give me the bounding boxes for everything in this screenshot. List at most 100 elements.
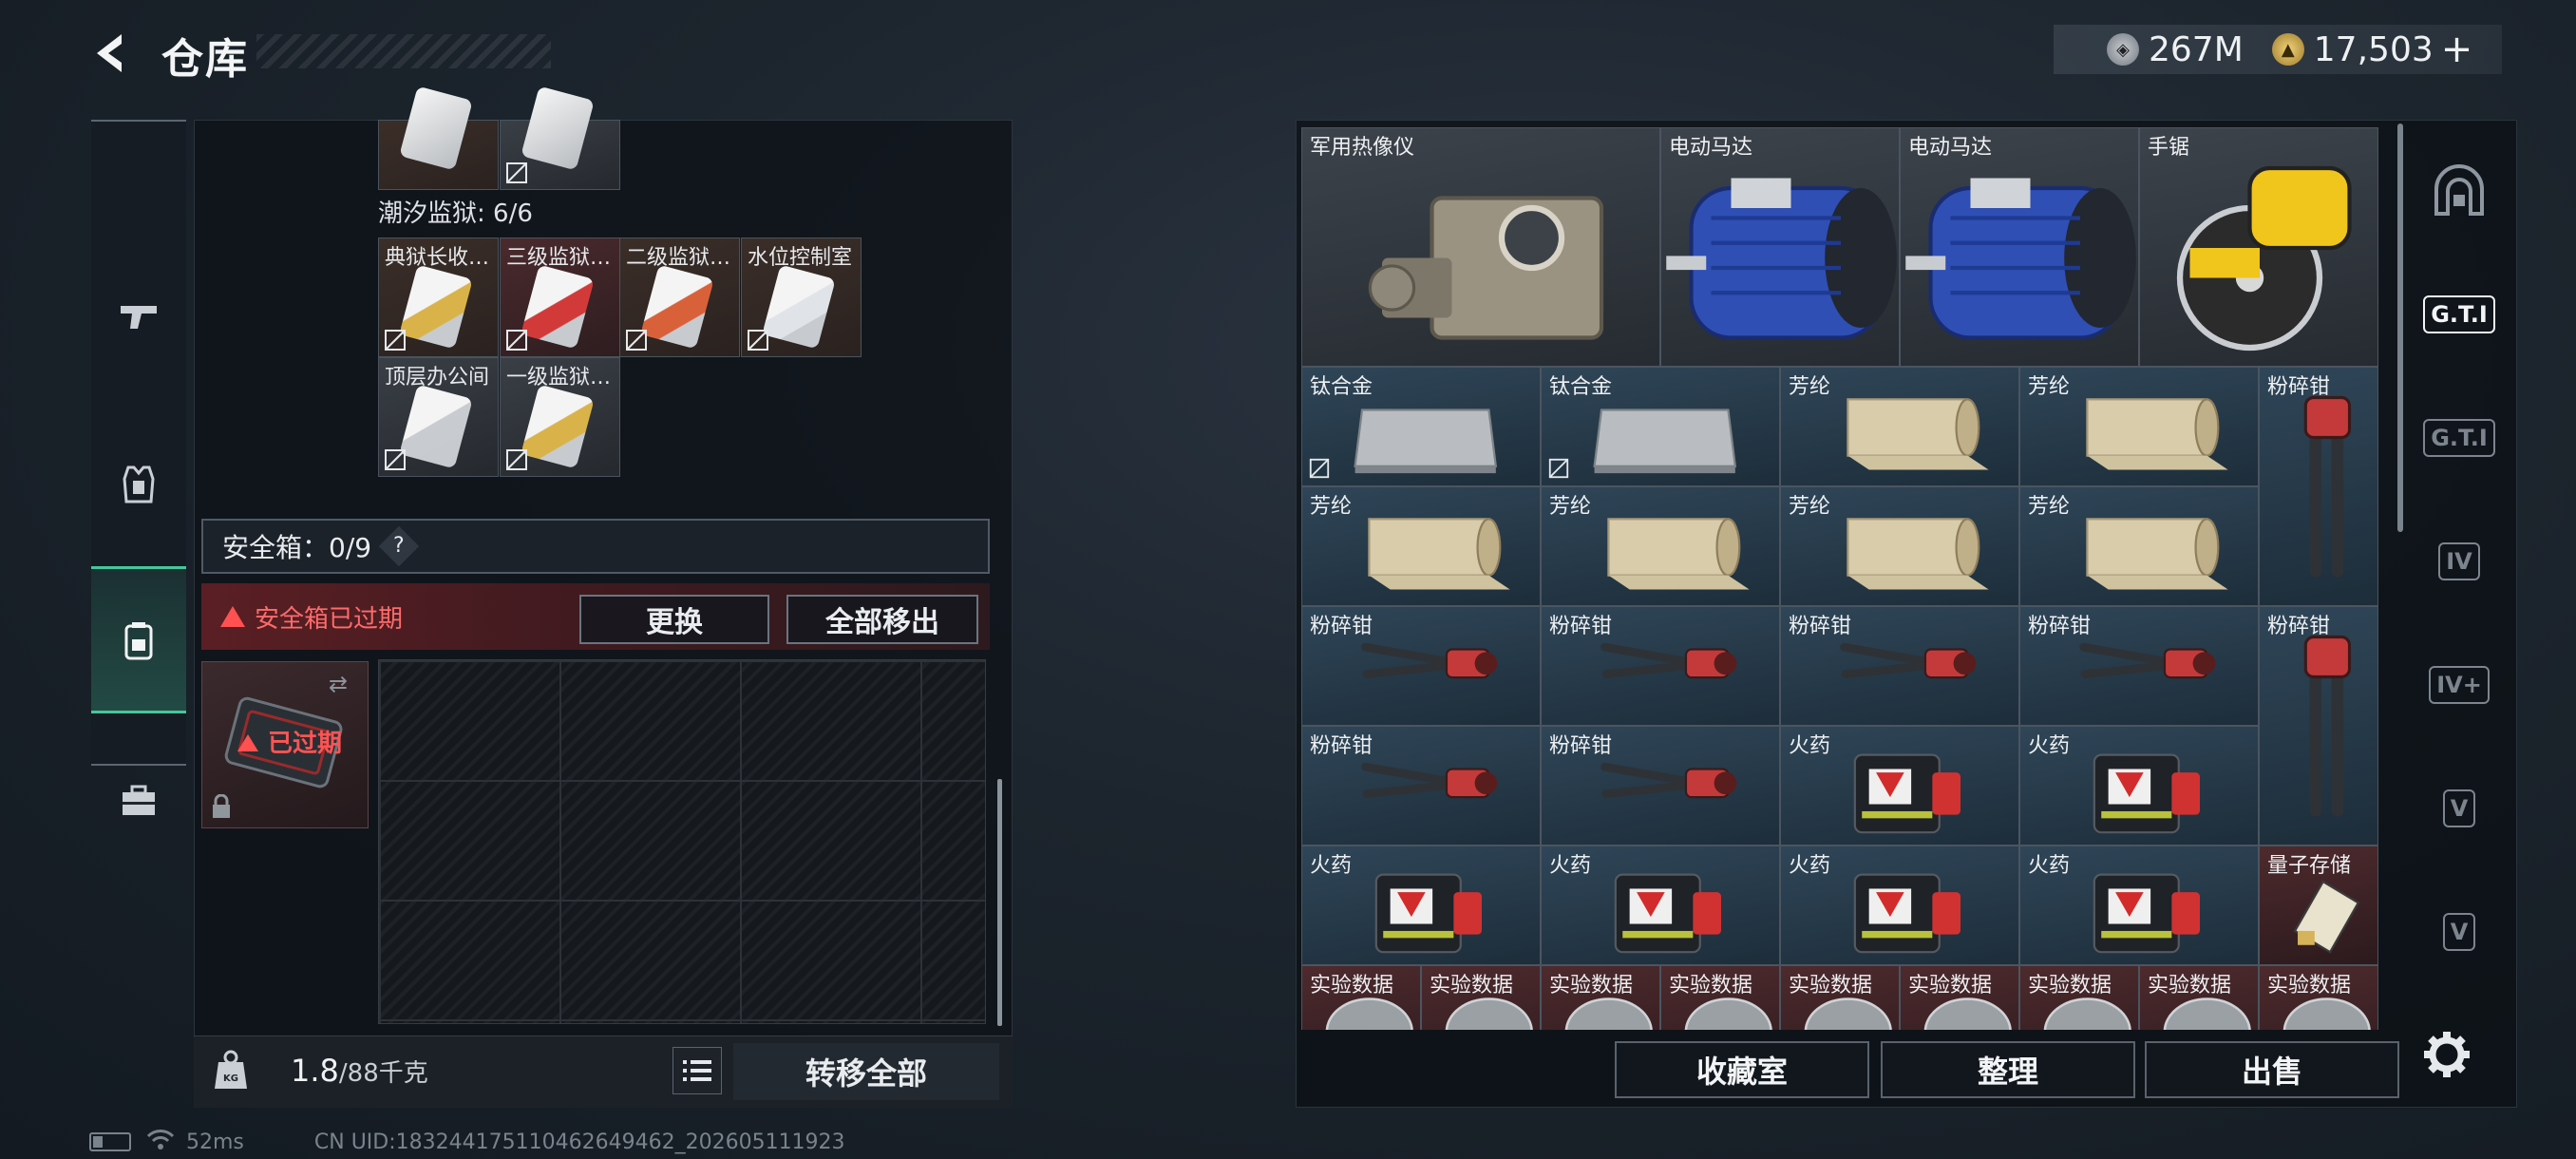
no-drop-icon bbox=[1548, 458, 1569, 479]
no-drop-icon bbox=[385, 449, 406, 470]
inventory-item[interactable]: 实验数据 bbox=[1660, 965, 1780, 1030]
inventory-item[interactable]: 芳纶 bbox=[2019, 486, 2259, 606]
safe-box-header: 安全箱：0/9 ? bbox=[201, 519, 990, 574]
cutter-v-icon bbox=[2303, 635, 2352, 817]
access-card-slot[interactable]: 典狱长收… bbox=[378, 238, 499, 357]
inventory-item[interactable]: 粉碎钳 bbox=[1541, 606, 1780, 726]
access-card-slot[interactable]: 水位控制室 bbox=[741, 238, 862, 357]
inventory-item[interactable]: 实验数据 bbox=[2259, 965, 2378, 1030]
back-arrow-icon bbox=[97, 34, 122, 72]
item-label: 实验数据 bbox=[1908, 974, 1993, 998]
no-drop-icon bbox=[626, 330, 647, 351]
inventory-item[interactable]: 火药 bbox=[1301, 846, 1541, 965]
collection-room-button[interactable]: 收藏室 bbox=[1615, 1041, 1869, 1098]
help-button[interactable]: ? bbox=[378, 525, 420, 567]
inventory-item[interactable]: 实验数据 bbox=[1421, 965, 1541, 1030]
sell-button[interactable]: 出售 bbox=[2145, 1041, 2399, 1098]
inventory-item[interactable]: 实验数据 bbox=[1301, 965, 1421, 1030]
item-label: 火药 bbox=[1549, 854, 1592, 878]
tab-iv-plus[interactable]: IV+ bbox=[2416, 633, 2502, 737]
inventory-item[interactable]: 粉碎钳 bbox=[2019, 606, 2259, 726]
tab-v-1[interactable]: V bbox=[2416, 756, 2502, 861]
sort-button[interactable]: 整理 bbox=[1881, 1041, 2135, 1098]
inventory-item[interactable]: 火药 bbox=[1780, 726, 2019, 846]
gold-amount: 17,503 bbox=[2313, 29, 2434, 69]
card-label: 水位控制室 bbox=[748, 246, 853, 270]
item-label: 火药 bbox=[2028, 854, 2071, 878]
card-slot-partial[interactable] bbox=[378, 86, 499, 190]
swap-icon[interactable]: ⇄ bbox=[329, 671, 348, 697]
tab-iv[interactable]: IV bbox=[2416, 509, 2502, 614]
nav-gear[interactable] bbox=[91, 431, 186, 536]
inventory-item[interactable]: 实验数据 bbox=[1900, 965, 2019, 1030]
access-card-slot[interactable]: 三级监狱… bbox=[500, 238, 620, 357]
prison-collection-label: 潮汐监狱: 6/6 bbox=[378, 200, 533, 228]
add-currency-button[interactable]: + bbox=[2441, 28, 2473, 71]
tab-gti-2[interactable]: G.T.I bbox=[2416, 386, 2502, 490]
inventory-item[interactable]: 粉碎钳 bbox=[2259, 367, 2378, 606]
inventory-item[interactable]: 钛合金 bbox=[1301, 367, 1541, 486]
no-drop-icon bbox=[1309, 458, 1330, 479]
inventory-item[interactable]: 粉碎钳 bbox=[1301, 606, 1541, 726]
item-label: 火药 bbox=[2028, 734, 2071, 758]
item-label: 实验数据 bbox=[2148, 974, 2232, 998]
card-label: 二级监狱… bbox=[626, 246, 731, 270]
category-nav bbox=[91, 120, 186, 815]
left-scrollbar[interactable] bbox=[997, 779, 1002, 1026]
tab-gti-1[interactable]: G.T.I bbox=[2416, 262, 2502, 367]
page-title: 仓库 bbox=[161, 35, 249, 84]
inventory-item[interactable]: 粉碎钳 bbox=[1780, 606, 2019, 726]
card-slot-partial[interactable] bbox=[500, 86, 620, 190]
inventory-item[interactable]: 实验数据 bbox=[1541, 965, 1660, 1030]
inventory-item[interactable]: 粉碎钳 bbox=[1541, 726, 1780, 846]
nav-backpack[interactable] bbox=[91, 566, 186, 713]
item-label: 粉碎钳 bbox=[1549, 734, 1613, 758]
inventory-item[interactable]: 芳纶 bbox=[1780, 486, 2019, 606]
inventory-item[interactable]: 实验数据 bbox=[2019, 965, 2139, 1030]
settings-gear-icon[interactable] bbox=[2418, 1026, 2475, 1083]
inventory-item[interactable]: 电动马达 bbox=[1660, 127, 1900, 367]
inventory-item[interactable]: 火药 bbox=[2019, 726, 2259, 846]
inventory-item[interactable]: 粉碎钳 bbox=[2259, 606, 2378, 846]
item-label: 芳纶 bbox=[2028, 495, 2071, 519]
inventory-item[interactable]: 军用热像仪 bbox=[1301, 127, 1660, 367]
no-drop-icon bbox=[385, 330, 406, 351]
access-card-icon bbox=[399, 86, 473, 171]
inventory-item[interactable]: 手锯 bbox=[2139, 127, 2378, 367]
safe-box-label: 安全箱：0/9 bbox=[222, 532, 372, 563]
back-button[interactable] bbox=[87, 28, 137, 78]
inventory-item[interactable]: 芳纶 bbox=[2019, 367, 2259, 486]
nav-weapons[interactable] bbox=[91, 264, 186, 369]
tab-v-2[interactable]: V bbox=[2416, 880, 2502, 984]
backpack-icon bbox=[124, 621, 153, 659]
inventory-item[interactable]: 芳纶 bbox=[1541, 486, 1780, 606]
inventory-item[interactable]: 电动马达 bbox=[1900, 127, 2139, 367]
inventory-item[interactable]: 粉碎钳 bbox=[1301, 726, 1541, 846]
inventory-item[interactable]: 火药 bbox=[2019, 846, 2259, 965]
list-icon bbox=[683, 1060, 711, 1081]
item-label: 粉碎钳 bbox=[1310, 615, 1373, 638]
safe-box-grid[interactable] bbox=[378, 659, 986, 1024]
item-label: 粉碎钳 bbox=[2267, 375, 2331, 399]
inventory-item[interactable]: 量子存储 bbox=[2259, 846, 2378, 965]
item-label: 实验数据 bbox=[1549, 974, 1634, 998]
move-all-out-button[interactable]: 全部移出 bbox=[786, 595, 978, 644]
inventory-item[interactable]: 火药 bbox=[1780, 846, 2019, 965]
access-card-slot[interactable]: 顶层办公间 bbox=[378, 357, 499, 477]
nav-toolcase[interactable] bbox=[91, 749, 186, 853]
battery-icon bbox=[89, 1132, 131, 1151]
inventory-item[interactable]: 芳纶 bbox=[1780, 367, 2019, 486]
list-view-button[interactable] bbox=[672, 1047, 722, 1094]
inventory-item[interactable]: 实验数据 bbox=[1780, 965, 1900, 1030]
access-card-slot[interactable]: 一级监狱… bbox=[500, 357, 620, 477]
inventory-item[interactable]: 实验数据 bbox=[2139, 965, 2259, 1030]
vault-arch-icon bbox=[2434, 164, 2484, 216]
replace-button[interactable]: 更换 bbox=[579, 595, 769, 644]
motor-icon bbox=[1905, 178, 2136, 340]
access-card-slot[interactable]: 二级监狱… bbox=[619, 238, 740, 357]
inventory-item[interactable]: 钛合金 bbox=[1541, 367, 1780, 486]
inventory-item[interactable]: 芳纶 bbox=[1301, 486, 1541, 606]
tab-home[interactable] bbox=[2416, 139, 2502, 243]
inventory-item[interactable]: 火药 bbox=[1541, 846, 1780, 965]
transfer-all-button[interactable]: 转移全部 bbox=[733, 1043, 999, 1100]
